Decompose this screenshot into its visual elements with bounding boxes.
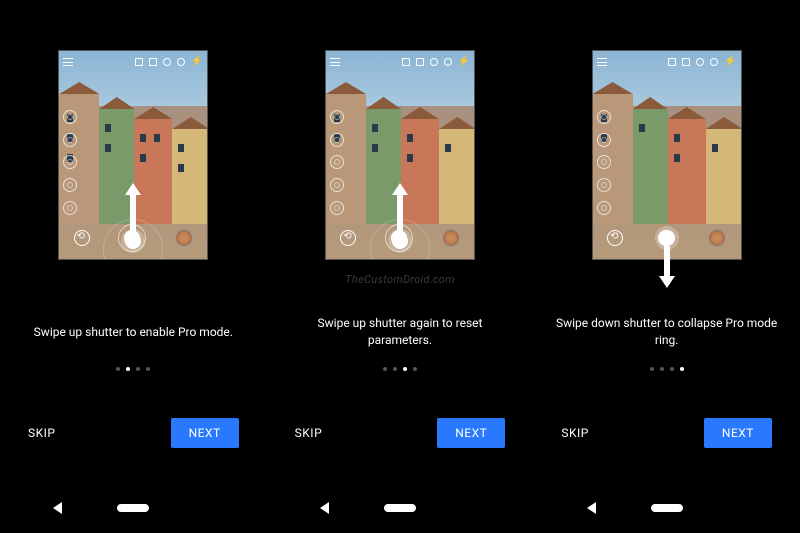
next-button[interactable]: NEXT	[704, 418, 772, 448]
dot	[413, 367, 417, 371]
nav-back-icon[interactable]	[320, 502, 329, 514]
android-navbar	[267, 493, 534, 523]
dot	[383, 367, 387, 371]
swipe-down-arrow-icon	[660, 230, 674, 288]
instruction-text: Swipe up shutter to enable Pro mode.	[14, 315, 253, 349]
face-icon[interactable]	[682, 58, 690, 66]
next-button[interactable]: NEXT	[171, 418, 239, 448]
dial-ev[interactable]	[597, 201, 611, 215]
nav-home-icon[interactable]	[117, 504, 149, 512]
dot	[136, 367, 140, 371]
gallery-thumbnail[interactable]	[442, 229, 460, 247]
onboarding-screen-2: ⚡ Swipe up shutter again to reset parame…	[267, 0, 534, 533]
dot	[660, 367, 664, 371]
button-row: SKIP NEXT	[0, 418, 267, 448]
pro-mode-dials	[330, 106, 348, 219]
hdr-icon[interactable]	[444, 58, 452, 66]
menu-icon[interactable]	[63, 58, 73, 66]
face-icon[interactable]	[149, 58, 157, 66]
page-indicator	[650, 367, 684, 371]
nav-home-icon[interactable]	[384, 504, 416, 512]
android-navbar	[533, 493, 800, 523]
switch-camera-icon[interactable]	[607, 230, 623, 246]
flash-icon[interactable]: ⚡	[191, 58, 203, 66]
camera-topbar: ⚡	[63, 55, 203, 69]
button-row: SKIP NEXT	[267, 418, 534, 448]
dial-shutter[interactable]	[597, 178, 611, 192]
button-row: SKIP NEXT	[533, 418, 800, 448]
dial-iso[interactable]	[330, 155, 344, 169]
timer-icon[interactable]	[696, 58, 704, 66]
onboarding-screen-3: ⚡ Swipe down shutter to collapse Pro mod…	[533, 0, 800, 533]
dot	[116, 367, 120, 371]
dial-focus[interactable]	[597, 133, 611, 147]
dial-ev[interactable]	[330, 201, 344, 215]
nav-home-icon[interactable]	[651, 504, 683, 512]
instruction-text: Swipe down shutter to collapse Pro mode …	[533, 315, 800, 349]
camera-preview: ⚡	[325, 50, 475, 260]
dot-active	[126, 367, 130, 371]
gallery-thumbnail[interactable]	[708, 229, 726, 247]
dot-active	[403, 367, 407, 371]
next-button[interactable]: NEXT	[437, 418, 505, 448]
skip-button[interactable]: SKIP	[28, 426, 56, 440]
dial-iso[interactable]	[63, 155, 77, 169]
skip-button[interactable]: SKIP	[295, 426, 323, 440]
swipe-up-arrow-icon	[393, 183, 407, 249]
page-indicator	[383, 367, 417, 371]
nav-back-icon[interactable]	[53, 502, 62, 514]
dial-focus[interactable]	[63, 133, 77, 147]
flash-icon[interactable]: ⚡	[724, 58, 736, 66]
dot	[650, 367, 654, 371]
pro-mode-dials	[63, 106, 81, 219]
dial-shutter[interactable]	[63, 178, 77, 192]
instruction-text: Swipe up shutter again to reset paramete…	[267, 315, 534, 349]
gallery-icon[interactable]	[668, 58, 676, 66]
hdr-icon[interactable]	[177, 58, 185, 66]
face-icon[interactable]	[416, 58, 424, 66]
nav-back-icon[interactable]	[587, 502, 596, 514]
dial-focus[interactable]	[330, 133, 344, 147]
camera-topbar: ⚡	[330, 55, 470, 69]
onboarding-screen-1: ⚡ Swipe up shutter to enable Pro mode.	[0, 0, 267, 533]
menu-icon[interactable]	[330, 58, 340, 66]
gallery-thumbnail[interactable]	[175, 229, 193, 247]
dot	[393, 367, 397, 371]
dial-iso[interactable]	[597, 155, 611, 169]
pro-mode-dials	[597, 106, 615, 219]
camera-preview: ⚡	[592, 50, 742, 260]
camera-topbar: ⚡	[597, 55, 737, 69]
gallery-icon[interactable]	[135, 58, 143, 66]
dial-shutter[interactable]	[330, 178, 344, 192]
dial-wb[interactable]	[597, 110, 611, 124]
page-indicator	[116, 367, 150, 371]
android-navbar	[0, 493, 267, 523]
gallery-icon[interactable]	[402, 58, 410, 66]
hdr-icon[interactable]	[710, 58, 718, 66]
dot-active	[680, 367, 684, 371]
camera-preview: ⚡	[58, 50, 208, 260]
switch-camera-icon[interactable]	[74, 230, 90, 246]
swipe-up-arrow-icon	[126, 183, 140, 249]
timer-icon[interactable]	[430, 58, 438, 66]
flash-icon[interactable]: ⚡	[458, 58, 470, 66]
dot	[670, 367, 674, 371]
switch-camera-icon[interactable]	[340, 230, 356, 246]
timer-icon[interactable]	[163, 58, 171, 66]
menu-icon[interactable]	[597, 58, 607, 66]
dot	[146, 367, 150, 371]
dial-wb[interactable]	[63, 110, 77, 124]
dial-wb[interactable]	[330, 110, 344, 124]
dial-ev[interactable]	[63, 201, 77, 215]
skip-button[interactable]: SKIP	[561, 426, 589, 440]
